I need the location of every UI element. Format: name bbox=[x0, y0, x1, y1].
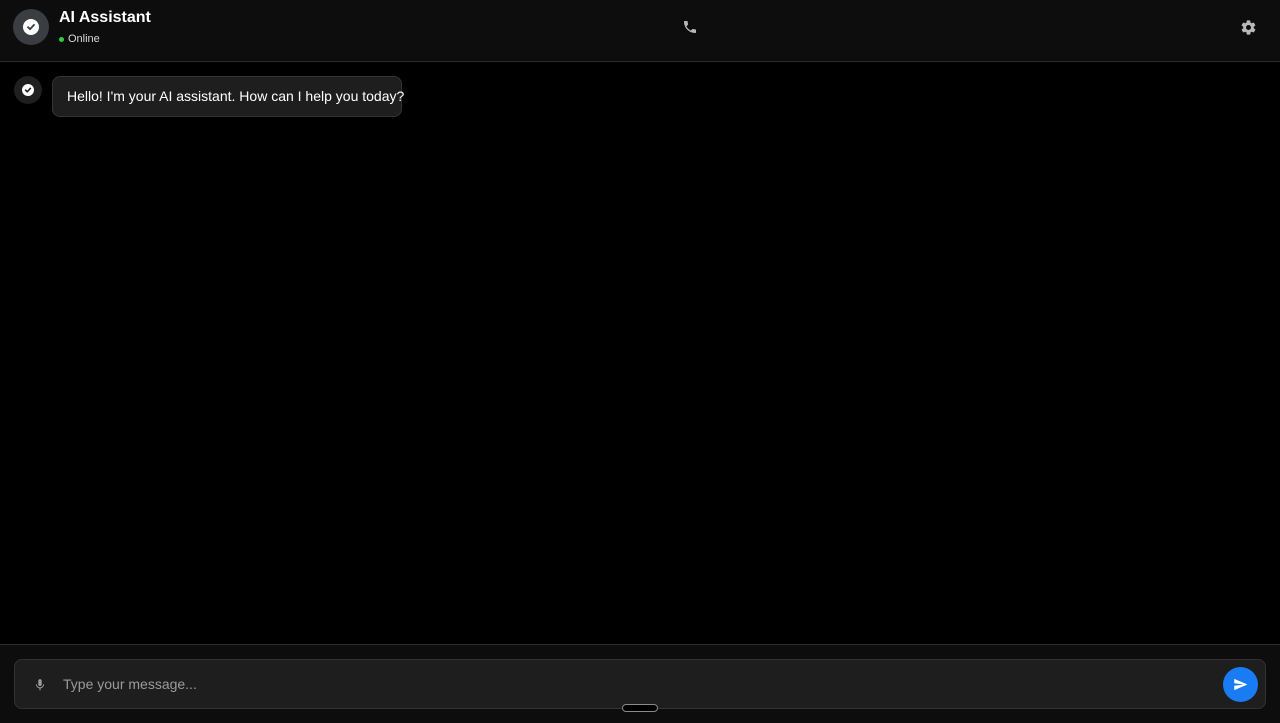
status-indicator: Online bbox=[59, 33, 100, 45]
gear-icon bbox=[1241, 19, 1255, 35]
composer-bar bbox=[0, 644, 1280, 723]
assistant-message-bubble: Hello! I'm your AI assistant. How can I … bbox=[52, 76, 404, 117]
resize-handle[interactable] bbox=[622, 704, 658, 712]
settings-button[interactable] bbox=[1238, 17, 1258, 37]
send-button[interactable] bbox=[1223, 667, 1258, 702]
assistant-avatar bbox=[13, 9, 49, 45]
microphone-icon bbox=[35, 679, 45, 691]
message-input[interactable] bbox=[63, 669, 1213, 699]
check-circle-icon bbox=[23, 19, 39, 35]
message-list: Hello! I'm your AI assistant. How can I … bbox=[0, 62, 1280, 644]
check-circle-icon bbox=[22, 84, 34, 96]
online-dot-icon bbox=[59, 36, 64, 42]
status-text: Online bbox=[68, 33, 100, 45]
phone-icon bbox=[684, 21, 696, 33]
call-button[interactable] bbox=[680, 17, 700, 37]
send-icon bbox=[1234, 678, 1248, 691]
voice-input-button[interactable] bbox=[30, 675, 50, 695]
composer bbox=[14, 659, 1266, 709]
chat-header: AI Assistant Online bbox=[0, 0, 1280, 62]
message-avatar bbox=[14, 76, 42, 104]
chat-app: AI Assistant Online Hello! I'm your AI a… bbox=[0, 0, 1280, 723]
chat-title: AI Assistant bbox=[59, 9, 151, 26]
